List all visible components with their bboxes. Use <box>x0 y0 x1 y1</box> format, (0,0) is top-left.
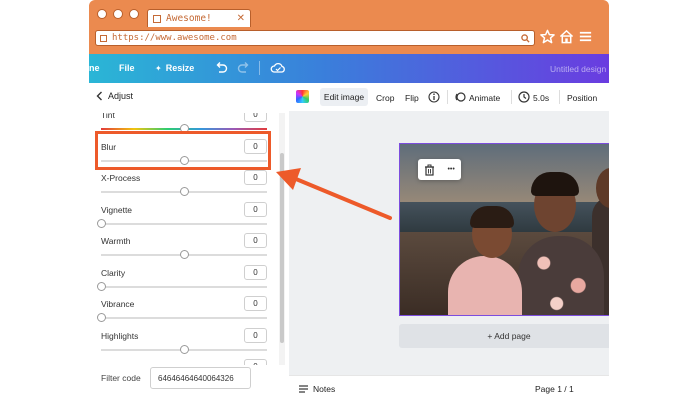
annotation-arrow-icon <box>276 168 392 220</box>
